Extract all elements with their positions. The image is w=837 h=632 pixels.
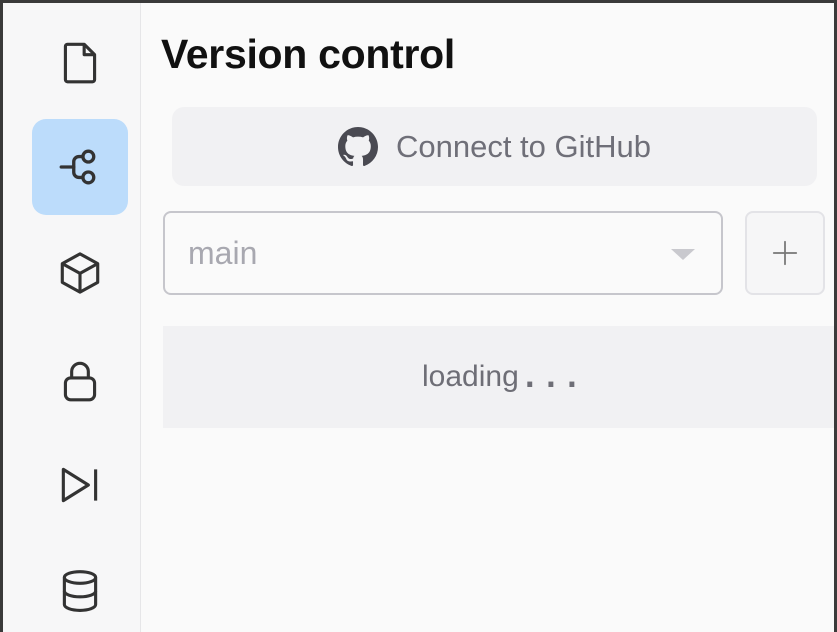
lock-icon xyxy=(63,361,97,402)
add-branch-button[interactable] xyxy=(745,211,825,295)
git-branch-icon xyxy=(59,149,96,185)
loading-text: loading xyxy=(422,360,519,393)
activity-bar xyxy=(3,3,141,632)
plus-icon xyxy=(772,240,798,266)
connect-github-label: Connect to GitHub xyxy=(395,128,652,164)
chevron-down-icon xyxy=(671,249,695,260)
github-icon xyxy=(337,126,378,166)
loading-dots: ... xyxy=(520,359,584,395)
app-window: Version control Connect to GitHub main l… xyxy=(0,0,837,632)
branch-select[interactable]: main xyxy=(163,211,723,295)
branch-select-value: main xyxy=(188,234,258,271)
loading-status: loading... xyxy=(163,326,834,428)
activity-item-database[interactable] xyxy=(32,543,128,632)
activity-item-packages[interactable] xyxy=(32,225,128,321)
activity-item-version-control[interactable] xyxy=(32,119,128,215)
connect-github-button[interactable]: Connect to GitHub xyxy=(172,107,817,186)
panel-title: Version control xyxy=(161,31,455,77)
activity-item-files[interactable] xyxy=(32,15,128,111)
activity-item-secrets[interactable] xyxy=(32,333,128,429)
package-cube-icon xyxy=(60,252,100,294)
activity-item-run[interactable] xyxy=(32,437,128,533)
version-control-panel: Version control Connect to GitHub main l… xyxy=(141,3,834,632)
file-icon xyxy=(63,42,97,84)
database-icon xyxy=(62,570,98,612)
run-deploy-icon xyxy=(61,467,98,503)
